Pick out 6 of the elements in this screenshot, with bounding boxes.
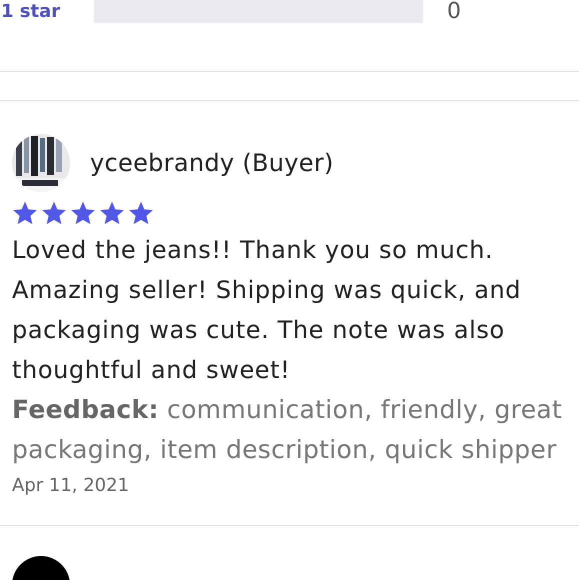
review-date: Apr 11, 2021: [12, 474, 130, 498]
rating-label[interactable]: 1 star: [0, 0, 94, 24]
review-text: Loved the jeans!! Thank you so much. Amazing seller! Shipping was quick, and packaging was cute. The note was also thoughtful and sweet!: [12, 235, 522, 386]
feedback-tags: Feedback: communication, friendly, great packaging, item description, quick shipper: [12, 390, 575, 470]
rating-count: 0: [447, 0, 461, 26]
reviewer-name[interactable]: yceebrandy (Buyer): [90, 145, 334, 181]
